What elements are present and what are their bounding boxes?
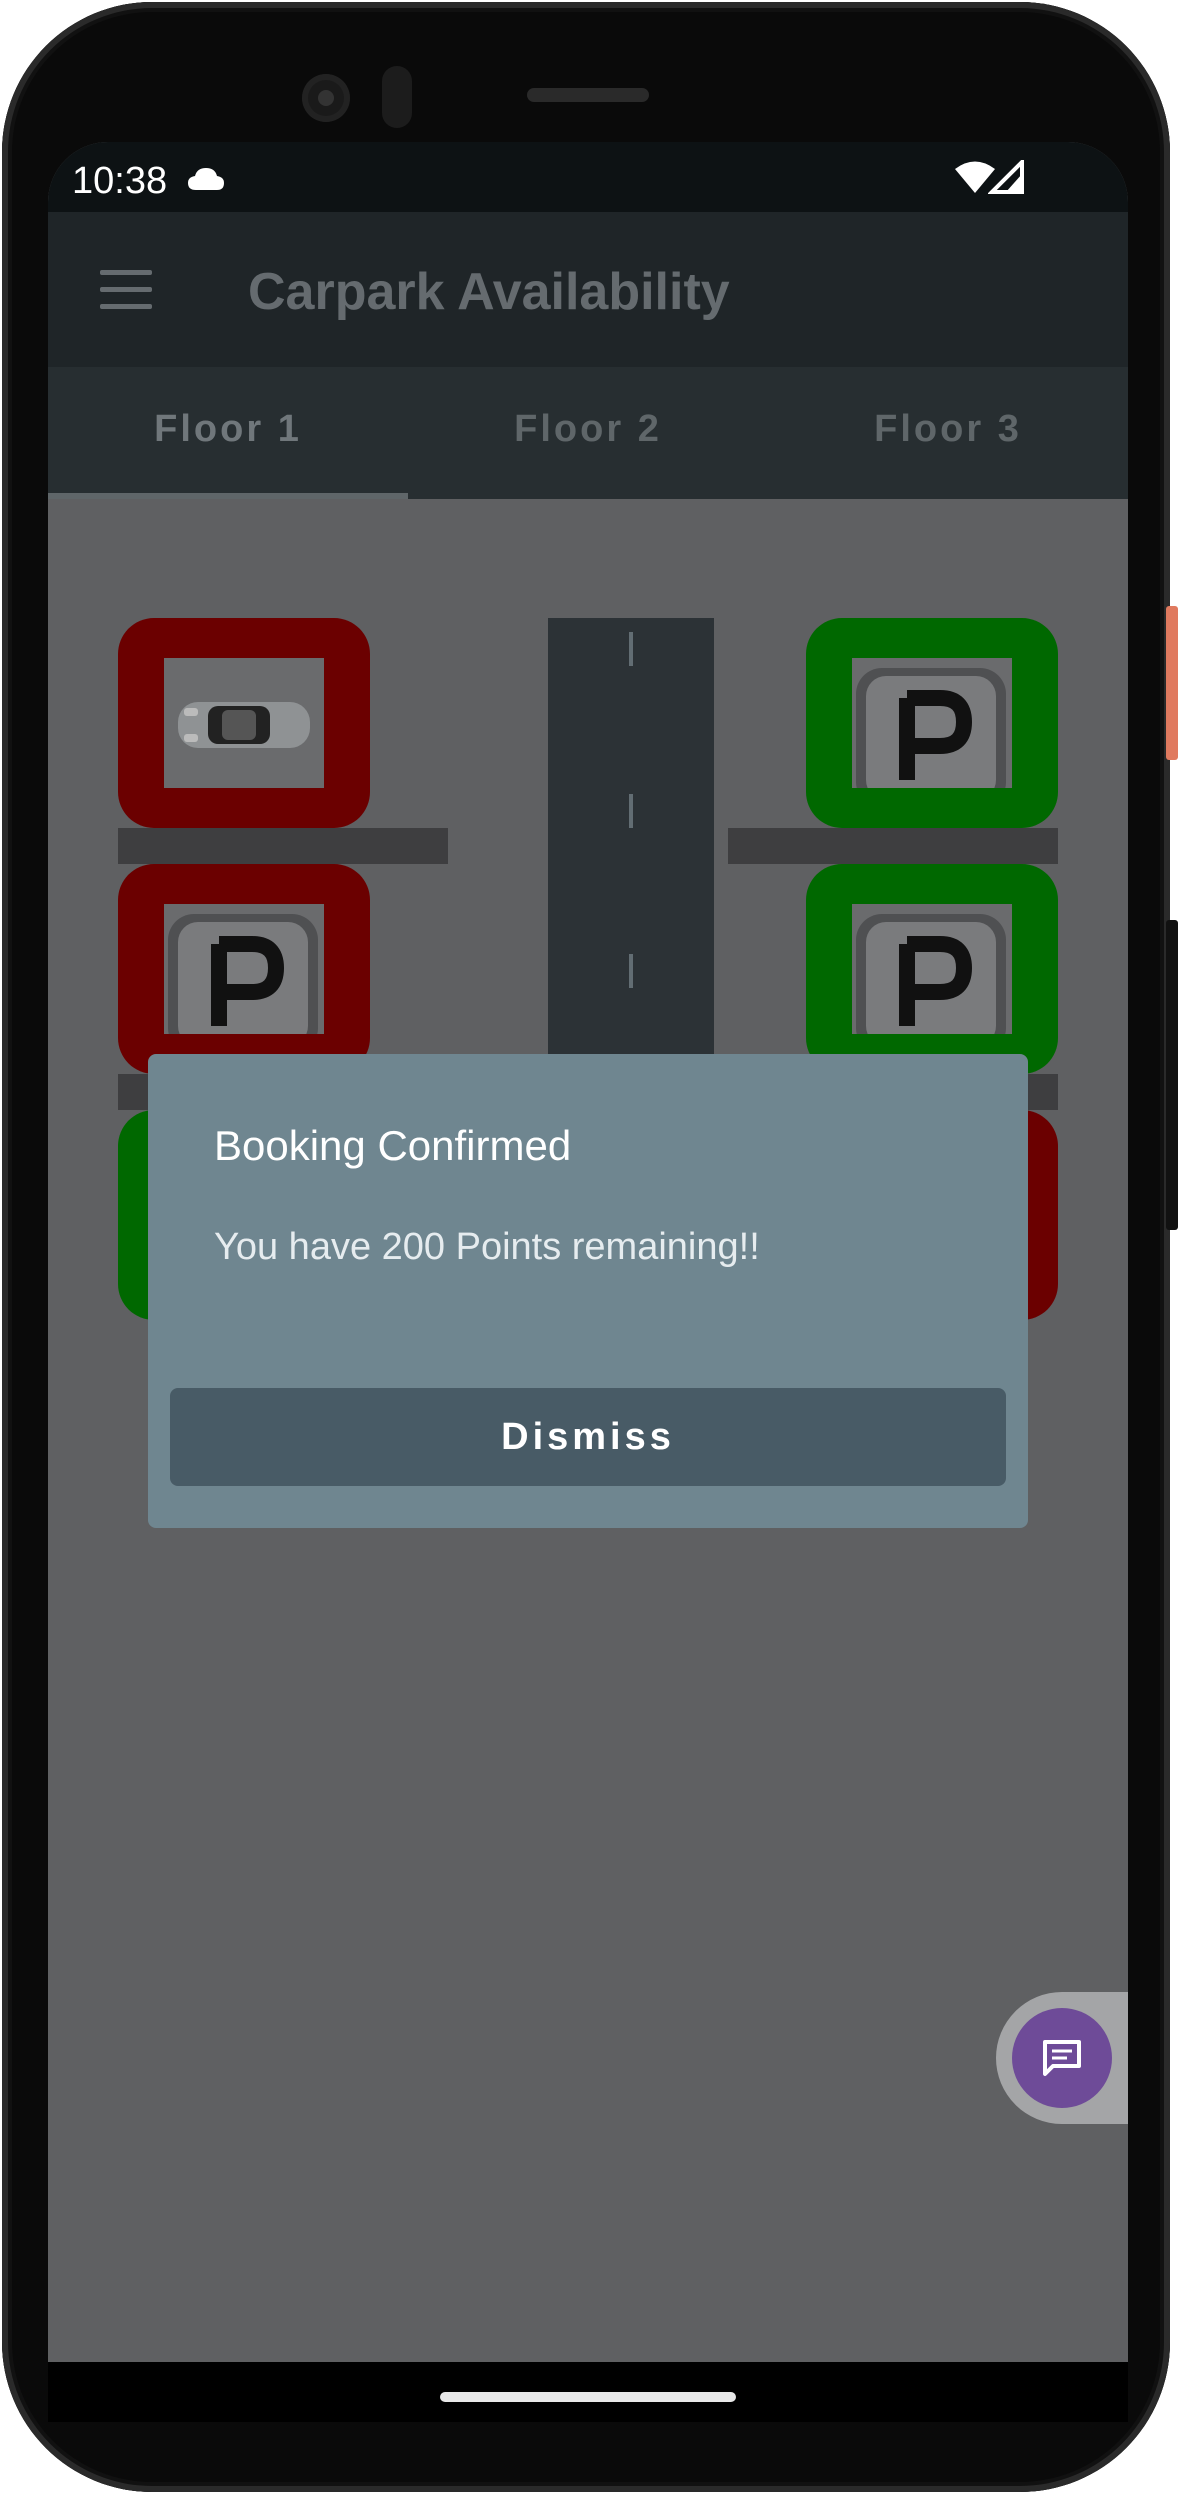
dialog-title: Booking Confirmed [214, 1122, 572, 1169]
phone-frame: 10:38 Carpark Availability Floor 1 Floor… [2, 2, 1170, 2492]
front-camera [302, 74, 350, 122]
spot-divider [728, 828, 1058, 864]
booking-dialog: Booking Confirmed You have 200 Points re… [148, 1054, 1028, 1528]
tab-floor-2[interactable]: Floor 2 [408, 367, 768, 499]
car-icon [178, 702, 310, 748]
app-screen: 10:38 Carpark Availability Floor 1 Floor… [48, 142, 1128, 2422]
spot-divider [118, 828, 448, 864]
volume-button [1166, 920, 1178, 1230]
parking-spot-right-1[interactable] [806, 618, 1058, 828]
chat-icon [1043, 2040, 1081, 2076]
parking-sign-icon [168, 914, 318, 1034]
tab-floor-1[interactable]: Floor 1 [48, 367, 408, 499]
tab-indicator [48, 493, 408, 499]
cloud-icon [188, 168, 224, 190]
proximity-sensor [382, 66, 412, 128]
earpiece-speaker [527, 88, 649, 102]
parking-spot-left-1[interactable] [118, 618, 370, 828]
home-gesture-bar[interactable] [440, 2392, 736, 2402]
parking-sign-icon [856, 914, 1006, 1034]
spot-content [852, 658, 1012, 788]
spot-content [164, 658, 324, 788]
parking-spot-right-2[interactable] [806, 864, 1058, 1074]
parking-sign-icon [856, 668, 1006, 788]
dismiss-button[interactable]: Dismiss [170, 1388, 1006, 1486]
status-time: 10:38 [72, 160, 168, 202]
menu-icon[interactable] [100, 270, 152, 310]
page-title: Carpark Availability [248, 263, 730, 321]
spot-content [852, 904, 1012, 1034]
power-button [1166, 606, 1178, 760]
app-bar: Carpark Availability [48, 212, 1128, 367]
tab-floor-3[interactable]: Floor 3 [768, 367, 1128, 499]
floor-tabs: Floor 1 Floor 2 Floor 3 [48, 367, 1128, 499]
status-bar: 10:38 [48, 142, 1128, 212]
signal-icon [988, 160, 1024, 194]
spot-content [164, 904, 324, 1034]
chat-button[interactable] [1012, 2008, 1112, 2108]
chat-fab-container [996, 1992, 1128, 2124]
dialog-message: You have 200 Points remaining!! [214, 1226, 760, 1268]
driveway [548, 618, 714, 1098]
parking-spot-left-2[interactable] [118, 864, 370, 1074]
